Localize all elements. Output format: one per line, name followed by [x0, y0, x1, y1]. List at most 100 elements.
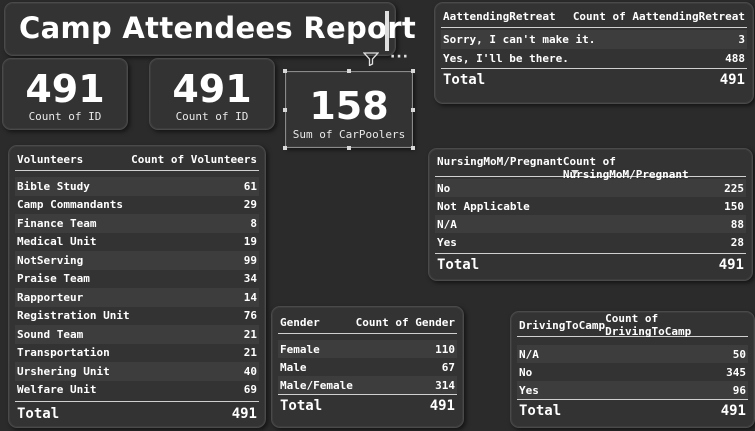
table-row[interactable]: Registration Unit 76 [15, 306, 259, 325]
table-row[interactable]: Camp Commandants 29 [15, 195, 259, 214]
report-title: Camp Attendees Report [19, 11, 417, 45]
kpi-value: 491 [25, 67, 105, 111]
table-row[interactable]: Sound Team 21 [15, 325, 259, 344]
table-row[interactable]: Male 67 [278, 358, 457, 376]
table-total-row: Total 491 [278, 394, 457, 417]
table-row[interactable]: Yes, I'll be there. 488 [441, 49, 747, 68]
row-value: 110 [435, 342, 455, 356]
row-value: 76 [243, 309, 257, 323]
column-header-volunteers[interactable]: Volunteers [17, 153, 83, 166]
row-value: 314 [435, 378, 455, 392]
row-label: Sound Team [17, 327, 84, 341]
column-header-count[interactable]: Count of DrivingToCamp [605, 312, 746, 338]
row-label: Female [280, 342, 320, 356]
table-row[interactable]: NotServing 99 [15, 251, 259, 270]
table-row[interactable]: Sorry, I can't make it. 3 [441, 30, 747, 49]
resize-handle[interactable] [347, 146, 351, 150]
table-total-row: Total 491 [15, 401, 259, 426]
column-header-gender[interactable]: Gender [280, 316, 320, 329]
resize-handle[interactable] [411, 146, 415, 150]
table-header: Volunteers Count of Volunteers [15, 148, 259, 171]
row-value: 50 [732, 347, 746, 361]
table-row[interactable]: Yes 96 [517, 381, 748, 399]
table-row[interactable]: No 345 [517, 363, 748, 381]
resize-handle[interactable] [283, 146, 287, 150]
table-row[interactable]: Male/Female 314 [278, 376, 457, 394]
row-value: 34 [243, 272, 257, 286]
row-value: 28 [730, 235, 744, 249]
resize-handle[interactable] [411, 108, 415, 112]
table-body: Bible Study 61 Camp Commandants 29 Finance… [15, 177, 259, 399]
kpi-card-count-of-id[interactable]: 491 Count of ID [2, 58, 128, 130]
column-header-count[interactable]: Count of NursingMoM/Pregnant [563, 155, 744, 181]
row-label: N/A [519, 347, 539, 361]
gender-table-card[interactable]: Gender Count of Gender Female 110 Male 67 … [271, 306, 464, 428]
column-header-nursing-mom[interactable]: NursingMoM/Pregnant [437, 155, 563, 168]
kpi-caption: Count of ID [28, 110, 102, 123]
table-row[interactable]: Rapporteur 14 [15, 288, 259, 307]
table-row[interactable]: Bible Study 61 [15, 177, 259, 196]
resize-handle[interactable] [283, 69, 287, 73]
table-row[interactable]: Female 110 [278, 340, 457, 358]
volunteers-table: Volunteers Count of Volunteers Bible Stu… [15, 148, 259, 426]
table-row[interactable]: Welfare Unit 69 [15, 380, 259, 399]
gender-table: Gender Count of Gender Female 110 Male 67 … [278, 311, 457, 417]
row-label: Yes [519, 383, 539, 397]
kpi-card-count-of-id-2[interactable]: 491 Count of ID [149, 58, 275, 130]
row-value: 61 [243, 179, 257, 193]
column-header-driving-to-camp[interactable]: DrivingToCamp [519, 319, 605, 332]
table-row[interactable]: No 225 [435, 179, 746, 197]
table-total-row: Total 491 [517, 399, 748, 422]
attending-retreat-table: AattendingRetreat Count of AattendingRet… [441, 5, 747, 91]
table-row[interactable]: Urshering Unit 40 [15, 362, 259, 381]
table-total-row: Total 491 [435, 253, 746, 276]
table-row[interactable]: Praise Team 34 [15, 269, 259, 288]
row-value: 225 [724, 181, 744, 195]
table-row[interactable]: Yes 28 [435, 233, 746, 251]
row-label: Transportation [17, 346, 110, 360]
table-row[interactable]: N/A 50 [517, 345, 748, 363]
table-header: AattendingRetreat Count of AattendingRet… [441, 5, 747, 28]
row-label: Yes [437, 235, 457, 249]
driving-to-camp-table-card[interactable]: DrivingToCamp Count of DrivingToCamp N/A… [510, 311, 755, 428]
row-label: Urshering Unit [17, 364, 110, 378]
resize-handle[interactable] [411, 69, 415, 73]
row-value: 40 [243, 364, 257, 378]
table-header: Gender Count of Gender [278, 311, 457, 334]
row-label: Sorry, I can't make it. [443, 33, 596, 46]
total-label: Total [17, 406, 60, 422]
volunteers-table-card[interactable]: Volunteers Count of Volunteers Bible Stu… [8, 145, 266, 428]
resize-handle[interactable] [347, 69, 351, 73]
table-row[interactable]: Transportation 21 [15, 343, 259, 362]
row-label: Male/Female [280, 378, 353, 392]
table-row[interactable]: Not Applicable 150 [435, 197, 746, 215]
filter-icon[interactable] [363, 52, 379, 66]
more-options-icon[interactable]: ··· [390, 50, 409, 64]
column-header-count[interactable]: Count of Gender [356, 316, 455, 329]
column-header-attending-retreat[interactable]: AattendingRetreat [443, 10, 556, 23]
total-label: Total [437, 257, 480, 273]
column-header-count[interactable]: Count of AattendingRetreat [573, 10, 745, 23]
row-label: N/A [437, 217, 457, 231]
resize-handle[interactable] [283, 108, 287, 112]
total-label: Total [519, 403, 562, 419]
row-label: Camp Commandants [17, 198, 123, 212]
row-label: Rapporteur [17, 290, 84, 304]
attending-retreat-table-card[interactable]: AattendingRetreat Count of AattendingRet… [434, 2, 754, 104]
table-body: No 225 Not Applicable 150 N/A 88 Yes 28 [435, 179, 746, 251]
nursing-mom-table-card[interactable]: NursingMoM/Pregnant Count of NursingMoM/… [428, 148, 753, 281]
row-value: 14 [243, 290, 257, 304]
table-row[interactable]: Medical Unit 19 [15, 232, 259, 251]
table-row[interactable]: Finance Team 8 [15, 214, 259, 233]
sort-descending-icon[interactable] [571, 170, 579, 175]
column-header-count[interactable]: Count of Volunteers [131, 153, 257, 166]
driving-to-camp-table: DrivingToCamp Count of DrivingToCamp N/A… [517, 312, 748, 422]
kpi-value: 158 [309, 84, 389, 128]
row-value: 69 [243, 383, 257, 397]
kpi-card-sum-of-carpoolers[interactable]: 158 Sum of CarPoolers [283, 69, 415, 150]
row-value: 345 [726, 365, 746, 379]
table-row[interactable]: N/A 88 [435, 215, 746, 233]
kpi-value: 491 [172, 67, 252, 111]
table-header: DrivingToCamp Count of DrivingToCamp [517, 312, 748, 338]
row-value: 21 [243, 327, 257, 341]
